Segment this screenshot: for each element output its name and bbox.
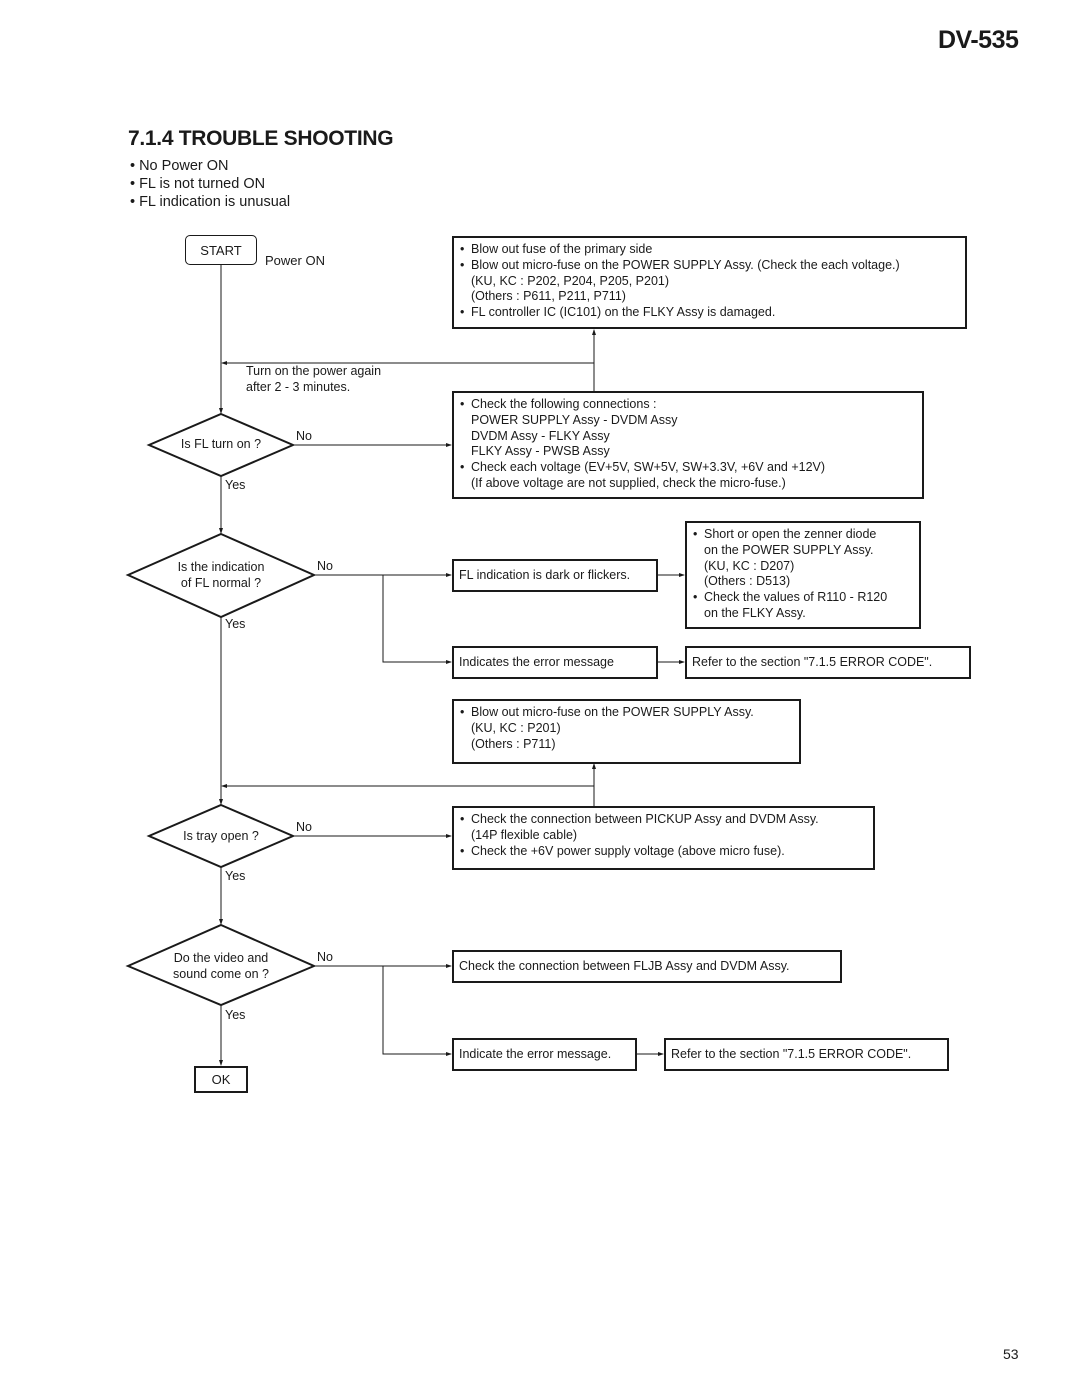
- retry-note-line: Turn on the power again: [246, 364, 382, 378]
- box-line: (If above voltage are not supplied, chec…: [471, 475, 786, 490]
- decision-line: sound come on ?: [173, 966, 269, 981]
- decision-fl-normal-text: Is the indication of FL normal ?: [128, 560, 314, 592]
- box-line: POWER SUPPLY Assy - DVDM Assy: [471, 412, 678, 427]
- box-line: DVDM Assy - FLKY Assy: [471, 428, 610, 443]
- box-micro-fuse: Blow out micro-fuse on the POWER SUPPLY …: [452, 699, 801, 764]
- box-fl-dark: FL indication is dark or flickers.: [452, 559, 658, 592]
- box-fuse-primary: Blow out fuse of the primary side Blow o…: [452, 236, 967, 329]
- decision-tray-text: Is tray open ?: [183, 829, 259, 843]
- decision-video-no: No: [317, 950, 333, 964]
- box-pickup: Check the connection between PICKUP Assy…: [452, 806, 875, 870]
- decision-tray-no: No: [296, 820, 312, 834]
- decision-fl-on-text: Is FL turn on ?: [180, 437, 262, 451]
- decision-line: Is the indication: [177, 560, 265, 574]
- page-number: 53: [1003, 1346, 1019, 1362]
- box-check-connections: Check the following connections : POWER …: [452, 391, 924, 499]
- box-line: on the POWER SUPPLY Assy.: [704, 542, 874, 557]
- box-line: Check the connection between PICKUP Assy…: [459, 812, 868, 828]
- box-line: Check the following connections :: [459, 397, 917, 413]
- box-line: (14P flexible cable): [471, 827, 578, 842]
- decision-fl-on-yes: Yes: [225, 478, 246, 492]
- connector-d4-no-branch: [382, 966, 452, 1056]
- box-line: Check the values of R110 - R120: [692, 590, 914, 606]
- box-line: (KU, KC : P202, P204, P205, P201): [471, 273, 670, 288]
- box-line: Check each voltage (EV+5V, SW+5V, SW+3.3…: [459, 460, 917, 476]
- power-on-note: Power ON: [265, 253, 325, 268]
- box-line: Blow out fuse of the primary side: [459, 242, 960, 258]
- retry-note: Turn on the power again after 2 - 3 minu…: [246, 364, 381, 396]
- box-line: on the FLKY Assy.: [704, 605, 806, 620]
- box-line: Check the +6V power supply voltage (abov…: [459, 844, 868, 860]
- box-line: FL controller IC (IC101) on the FLKY Ass…: [459, 305, 960, 321]
- decision-line: Do the video and: [173, 951, 269, 965]
- decision-fl-on-no: No: [296, 429, 312, 443]
- decision-fl-normal-no: No: [317, 559, 333, 573]
- box-line: Blow out micro-fuse on the POWER SUPPLY …: [459, 705, 794, 721]
- decision-tray-yes: Yes: [225, 869, 246, 883]
- box-line: Blow out micro-fuse on the POWER SUPPLY …: [459, 258, 960, 274]
- retry-note-line: after 2 - 3 minutes.: [246, 379, 351, 394]
- box-line: Short or open the zenner diode: [692, 527, 914, 543]
- decision-video-yes: Yes: [225, 1008, 246, 1022]
- box-line: (KU, KC : D207): [704, 558, 795, 573]
- box-refer-error-code-1: Refer to the section "7.1.5 ERROR CODE".: [685, 646, 971, 679]
- start-terminal: START: [185, 235, 257, 265]
- decision-line: of FL normal ?: [180, 575, 262, 590]
- connector-d2-no-branch: [382, 575, 452, 664]
- box-error-message-2: Indicate the error message.: [452, 1038, 637, 1071]
- box-line: (KU, KC : P201): [471, 720, 561, 735]
- box-fljb: Check the connection between FLJB Assy a…: [452, 950, 842, 983]
- box-error-message-1: Indicates the error message: [452, 646, 658, 679]
- decision-fl-normal-yes: Yes: [225, 617, 246, 631]
- box-line: (Others : P711): [471, 736, 556, 751]
- box-line: FLKY Assy - PWSB Assy: [471, 444, 610, 459]
- box-line: (Others : D513): [704, 574, 791, 589]
- box-refer-error-code-2: Refer to the section "7.1.5 ERROR CODE".: [664, 1038, 949, 1071]
- ok-terminal: OK: [194, 1066, 248, 1093]
- box-zenner: Short or open the zenner diode on the PO…: [685, 521, 921, 629]
- box-line: (Others : P611, P211, P711): [471, 289, 626, 304]
- decision-video-text: Do the video and sound come on ?: [128, 951, 314, 983]
